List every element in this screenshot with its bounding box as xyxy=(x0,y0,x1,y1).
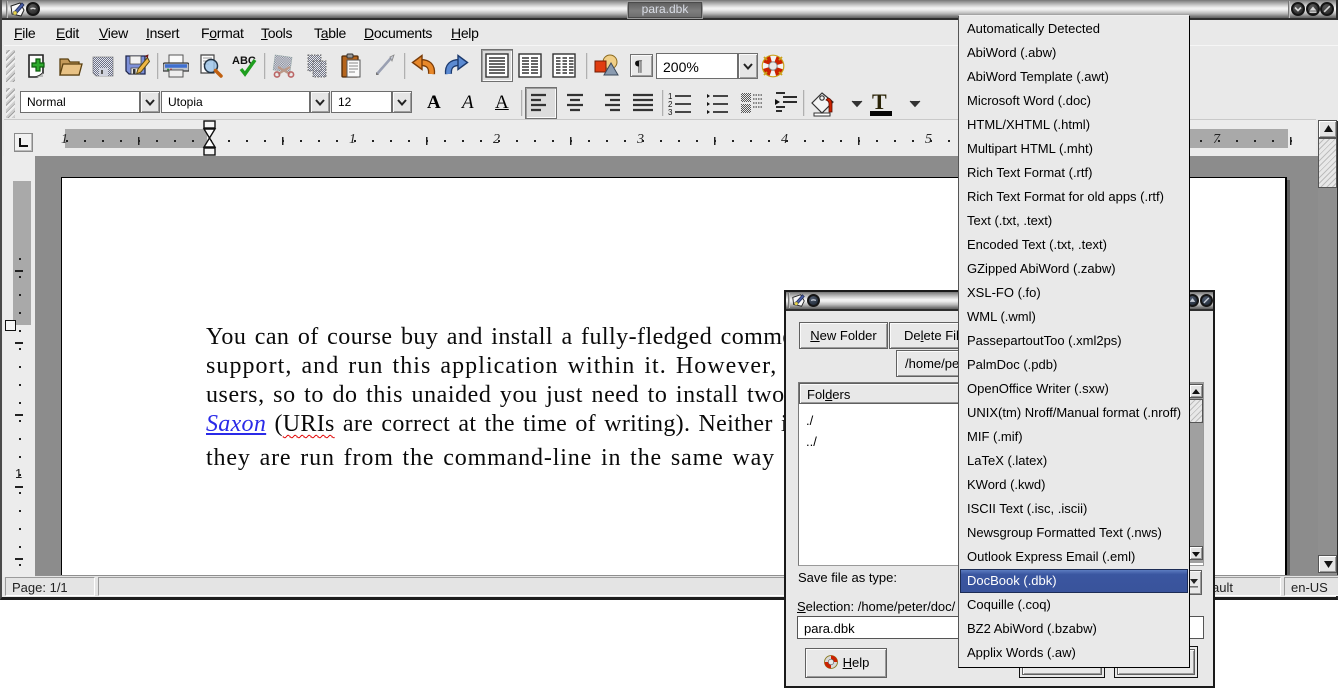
svg-text:3: 3 xyxy=(668,108,673,115)
svg-text:T: T xyxy=(872,90,887,114)
svg-text:¶: ¶ xyxy=(635,58,643,75)
